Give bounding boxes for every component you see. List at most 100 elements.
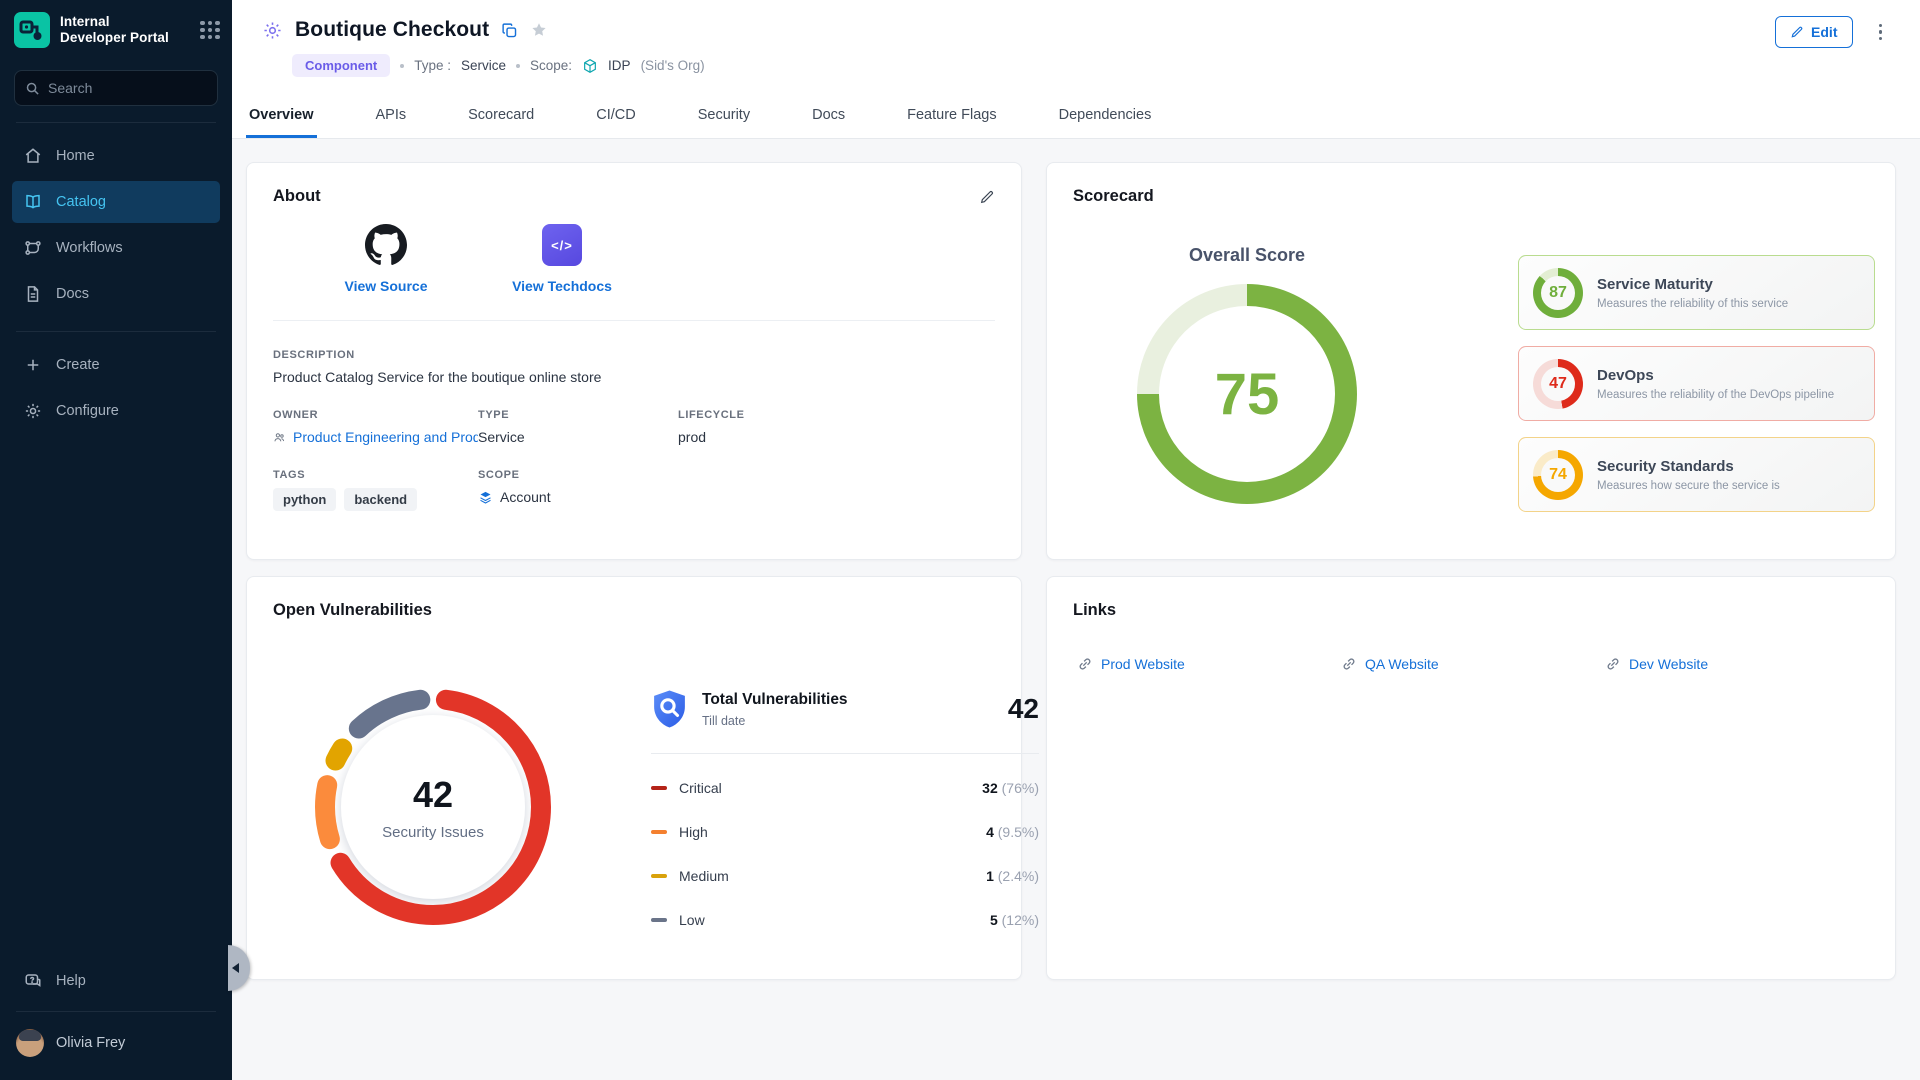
- owner-link[interactable]: Product Engineering and Product...: [293, 429, 478, 445]
- type-label: Type :: [414, 58, 451, 73]
- tab-dependencies[interactable]: Dependencies: [1056, 101, 1155, 138]
- overall-score-block: Overall Score 75: [1137, 245, 1357, 504]
- tab-apis[interactable]: APIs: [373, 101, 410, 138]
- tabbar: Overview APIs Scorecard CI/CD Security D…: [232, 77, 1920, 139]
- plus-icon: [24, 356, 42, 374]
- score-ring: 47: [1533, 359, 1583, 409]
- search-placeholder: Search: [48, 80, 92, 96]
- tag-chip[interactable]: backend: [344, 488, 417, 511]
- divider: [651, 753, 1039, 754]
- home-icon: [24, 147, 42, 165]
- sidebar-item-catalog[interactable]: Catalog: [12, 181, 220, 223]
- link-icon: [1077, 656, 1093, 672]
- severity-row-low: Low 5 (12%): [651, 898, 1039, 942]
- sidebar-item-help[interactable]: Help: [12, 961, 220, 1001]
- more-options-icon[interactable]: [1875, 20, 1887, 45]
- view-techdocs-link[interactable]: </> View Techdocs: [485, 224, 639, 294]
- link-icon: [1605, 656, 1621, 672]
- scorecard-item-service-maturity[interactable]: 87 Service Maturity Measures the reliabi…: [1518, 255, 1875, 330]
- high-dash-icon: [651, 830, 667, 835]
- sidebar-actions: Create Configure: [0, 344, 232, 432]
- tab-feature-flags[interactable]: Feature Flags: [904, 101, 999, 138]
- logo-row: Internal Developer Portal: [0, 0, 232, 48]
- sidebar-item-home[interactable]: Home: [12, 135, 220, 177]
- github-icon: [365, 224, 407, 266]
- description-text: Product Catalog Service for the boutique…: [273, 369, 995, 385]
- sidebar-item-docs[interactable]: Docs: [12, 273, 220, 315]
- scope-field: SCOPE Account: [478, 469, 678, 511]
- star-icon[interactable]: [530, 21, 548, 39]
- about-divider: [273, 320, 995, 321]
- overall-score-donut: 75: [1137, 284, 1357, 504]
- low-dash-icon: [651, 918, 667, 923]
- tag-chip[interactable]: python: [273, 488, 336, 511]
- entity-meta-row: Component Type : Service Scope: IDP (Sid…: [232, 42, 1920, 77]
- component-gear-icon: [262, 20, 283, 41]
- link-prod-website[interactable]: Prod Website: [1077, 656, 1341, 672]
- lifecycle-field: LIFECYCLE prod: [678, 409, 995, 445]
- scope-value: IDP: [608, 58, 631, 73]
- sidebar-item-workflows[interactable]: Workflows: [12, 227, 220, 269]
- page-header: Boutique Checkout Component Type : Servi…: [232, 0, 1920, 139]
- chevron-left-icon: [232, 963, 239, 973]
- scorecard-card: Scorecard Overall Score 75 87 Service Ma…: [1046, 162, 1896, 560]
- vulnerabilities-card: Open Vulnerabilities 42 Security Issues: [246, 576, 1022, 980]
- links-card: Links Prod Website QA Website Dev Websit…: [1046, 576, 1896, 980]
- tab-cicd[interactable]: CI/CD: [593, 101, 638, 138]
- vulnerabilities-summary: Total Vulnerabilities Till date 42 Criti…: [651, 689, 1039, 942]
- edit-button[interactable]: Edit: [1775, 16, 1852, 48]
- app-logo-icon: [14, 12, 50, 48]
- description-label: DESCRIPTION: [273, 349, 995, 361]
- copy-icon[interactable]: [501, 22, 518, 39]
- sidebar-nav: Home Catalog Workflows Docs: [0, 135, 232, 315]
- scorecard-items: 87 Service Maturity Measures the reliabi…: [1518, 255, 1875, 512]
- app-switcher-icon[interactable]: [200, 21, 220, 40]
- tab-scorecard[interactable]: Scorecard: [465, 101, 537, 138]
- sidebar-divider: [16, 122, 216, 123]
- scorecard-item-devops[interactable]: 47 DevOps Measures the reliability of th…: [1518, 346, 1875, 421]
- tags-field: TAGS python backend: [273, 469, 478, 511]
- critical-dash-icon: [651, 786, 667, 791]
- about-title: About: [273, 187, 995, 206]
- cube-icon: [582, 58, 598, 74]
- scope-org: (Sid's Org): [641, 58, 705, 73]
- about-edit-icon[interactable]: [979, 189, 995, 205]
- medium-dash-icon: [651, 874, 667, 879]
- scorecard-item-security-standards[interactable]: 74 Security Standards Measures how secur…: [1518, 437, 1875, 512]
- total-vulnerabilities-value: 42: [1008, 693, 1039, 725]
- user-menu[interactable]: Olivia Frey: [12, 1020, 220, 1066]
- tab-security[interactable]: Security: [695, 101, 753, 138]
- tab-docs[interactable]: Docs: [809, 101, 848, 138]
- link-qa-website[interactable]: QA Website: [1341, 656, 1605, 672]
- help-icon: [24, 972, 42, 990]
- tab-overview[interactable]: Overview: [246, 101, 317, 138]
- sidebar-divider: [16, 1011, 216, 1012]
- scorecard-title: Scorecard: [1073, 187, 1869, 206]
- sidebar-item-configure[interactable]: Configure: [12, 390, 220, 432]
- total-vulnerabilities-row: Total Vulnerabilities Till date 42: [651, 689, 1039, 729]
- link-dev-website[interactable]: Dev Website: [1605, 656, 1869, 672]
- links-title: Links: [1073, 601, 1869, 620]
- view-source-link[interactable]: View Source: [309, 224, 463, 294]
- document-icon: [24, 285, 42, 303]
- techdocs-icon: </>: [542, 224, 582, 266]
- team-icon: [273, 430, 286, 445]
- dot-separator: [516, 64, 520, 68]
- search-icon: [25, 81, 40, 96]
- page-title: Boutique Checkout: [295, 18, 489, 42]
- dot-separator: [400, 64, 404, 68]
- sidebar-item-create[interactable]: Create: [12, 344, 220, 386]
- type-value: Service: [461, 58, 506, 73]
- score-ring: 87: [1533, 268, 1583, 318]
- severity-row-high: High 4 (9.5%): [651, 810, 1039, 854]
- user-name: Olivia Frey: [56, 1035, 125, 1051]
- vulnerabilities-title: Open Vulnerabilities: [273, 601, 995, 620]
- severity-rows: Critical 32 (76%) High 4 (9.5%) Medium 1…: [651, 766, 1039, 942]
- sidebar: Internal Developer Portal Search Home Ca…: [0, 0, 232, 1080]
- main: Boutique Checkout Component Type : Servi…: [232, 0, 1920, 980]
- link-icon: [1341, 656, 1357, 672]
- gear-icon: [24, 402, 42, 420]
- about-links-row: View Source </> View Techdocs: [273, 224, 995, 294]
- sidebar-bottom: Help Olivia Frey: [0, 961, 232, 1080]
- search-input[interactable]: Search: [14, 70, 218, 106]
